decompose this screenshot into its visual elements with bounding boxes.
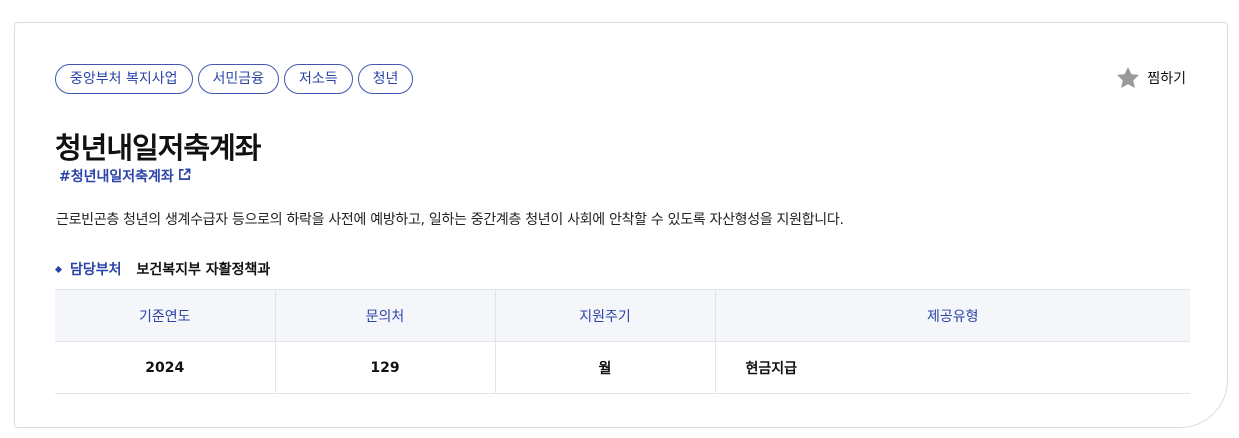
external-link-icon (178, 168, 191, 185)
tag-list: 중앙부처 복지사업 서민금융 저소득 청년 (55, 64, 414, 94)
tag-central-welfare[interactable]: 중앙부처 복지사업 (55, 64, 193, 94)
hashtag-text: #청년내일저축계좌 (59, 169, 174, 185)
page-title: 청년내일저축계좌 (55, 131, 261, 165)
policy-card: 중앙부처 복지사업 서민금융 저소득 청년 찜하기 청년내일저축계좌 #청년내일… (14, 22, 1228, 428)
bullet-icon (54, 265, 63, 273)
header-provision-type: 제공유형 (715, 289, 1190, 342)
header-base-year: 기준연도 (55, 289, 276, 342)
cell-base-year: 2024 (55, 341, 276, 394)
star-icon (1115, 65, 1141, 91)
description: 근로빈곤층 청년의 생계수급자 등으로의 하락을 사전에 예방하고, 일하는 중… (56, 212, 844, 228)
cell-support-cycle: 월 (495, 341, 716, 394)
department-value: 보건복지부 자활정책과 (136, 262, 271, 278)
tag-low-income[interactable]: 저소득 (284, 64, 353, 94)
tag-finance[interactable]: 서민금융 (197, 64, 280, 94)
table-header-row: 기준연도 문의처 지원주기 제공유형 (55, 289, 1190, 342)
favorite-label: 찜하기 (1147, 71, 1186, 87)
info-table: 기준연도 문의처 지원주기 제공유형 2024 129 월 현금지급 (55, 289, 1190, 394)
department-label: 담당부처 (70, 262, 122, 278)
department-row: 담당부처 보건복지부 자활정책과 (54, 259, 271, 279)
cell-provision-type: 현금지급 (715, 341, 1190, 394)
table-row: 2024 129 월 현금지급 (55, 341, 1190, 394)
hashtag-link[interactable]: #청년내일저축계좌 (59, 166, 191, 186)
cell-contact: 129 (275, 341, 496, 394)
favorite-button[interactable]: 찜하기 (1115, 65, 1186, 91)
tag-youth[interactable]: 청년 (357, 64, 414, 94)
header-contact: 문의처 (275, 289, 496, 342)
header-support-cycle: 지원주기 (495, 289, 716, 342)
